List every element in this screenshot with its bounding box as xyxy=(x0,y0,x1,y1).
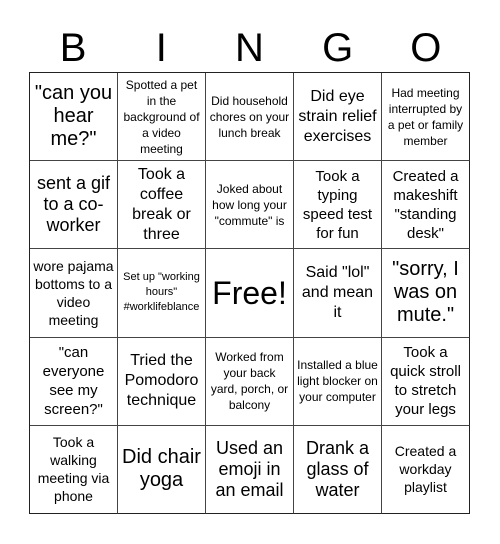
bingo-cell-r1-c0[interactable]: sent a gif to a co-worker xyxy=(30,161,118,250)
header-letter-g: G xyxy=(322,26,354,70)
cell-text: Installed a blue light blocker on your c… xyxy=(297,358,378,405)
bingo-cell-r3-c2[interactable]: Worked from your back yard, porch, or ba… xyxy=(206,337,294,426)
bingo-cell-r3-c0[interactable]: "can everyone see my screen?" xyxy=(30,337,118,426)
bingo-cell-r4-c1[interactable]: Did chair yoga xyxy=(118,425,206,514)
cell-text: sent a gif to a co-worker xyxy=(36,173,111,236)
cell-text: Created a makeshift "standing desk" xyxy=(392,167,459,242)
cell-text: Drank a glass of water xyxy=(305,437,370,500)
bingo-cell-r3-c1[interactable]: Tried the Pomodoro technique xyxy=(118,337,206,426)
free-space-cell[interactable]: Free! xyxy=(206,249,294,338)
header-letter-b: B xyxy=(59,26,87,70)
bingo-cell-r1-c4[interactable]: Created a makeshift "standing desk" xyxy=(382,161,470,250)
cell-text: Set up "working hours" #worklifeblance xyxy=(123,271,200,314)
header-letter-o: O xyxy=(410,26,442,70)
bingo-cell-r1-c2[interactable]: Joked about how long your "commute" is xyxy=(206,161,294,250)
cell-text: Worked from your back yard, porch, or ba… xyxy=(210,350,289,413)
bingo-cell-r0-c3[interactable]: Did eye strain relief exercises xyxy=(294,73,382,162)
bingo-cell-r2-c0[interactable]: wore pajama bottoms to a video meeting xyxy=(30,249,118,338)
cell-text: wore pajama bottoms to a video meeting xyxy=(33,257,114,328)
cell-text: "sorry, I was on mute." xyxy=(392,258,459,327)
bingo-cell-r4-c4[interactable]: Created a workday playlist xyxy=(382,425,470,514)
cell-text: Took a walking meeting via phone xyxy=(37,434,110,505)
bingo-header: B I N G O xyxy=(29,24,470,72)
cell-text: Had meeting interrupted by a pet or fami… xyxy=(387,85,464,148)
bingo-cell-r0-c0[interactable]: "can you hear me?" xyxy=(30,73,118,162)
bingo-cell-r4-c3[interactable]: Drank a glass of water xyxy=(294,425,382,514)
cell-text: Took a coffee break or three xyxy=(132,165,191,243)
header-letter-i: I xyxy=(155,26,167,70)
bingo-cell-r3-c4[interactable]: Took a quick stroll to stretch your legs xyxy=(382,337,470,426)
bingo-cell-r2-c4[interactable]: "sorry, I was on mute." xyxy=(382,249,470,338)
bingo-cell-r3-c3[interactable]: Installed a blue light blocker on your c… xyxy=(294,337,382,426)
cell-text: Created a workday playlist xyxy=(394,443,457,496)
bingo-cell-r1-c1[interactable]: Took a coffee break or three xyxy=(118,161,206,250)
bingo-cell-r4-c0[interactable]: Took a walking meeting via phone xyxy=(30,425,118,514)
cell-text: Did household chores on your lunch break xyxy=(209,93,290,140)
cell-text: Tried the Pomodoro technique xyxy=(124,352,199,410)
cell-text: "can you hear me?" xyxy=(34,82,113,151)
cell-text: "can everyone see my screen?" xyxy=(42,344,105,419)
bingo-cell-r1-c3[interactable]: Took a typing speed test for fun xyxy=(294,161,382,250)
cell-text: Did chair yoga xyxy=(122,446,201,492)
cell-text: Spotted a pet in the background of a vid… xyxy=(123,77,200,156)
bingo-cell-r0-c1[interactable]: Spotted a pet in the background of a vid… xyxy=(118,73,206,162)
cell-text: Used an emoji in an email xyxy=(215,437,284,500)
cell-text: Took a quick stroll to stretch your legs xyxy=(390,344,461,419)
cell-text: Did eye strain relief exercises xyxy=(298,87,377,145)
bingo-cell-r0-c2[interactable]: Did household chores on your lunch break xyxy=(206,73,294,162)
cell-text: Took a typing speed test for fun xyxy=(302,167,373,242)
cell-text: Said "lol" and mean it xyxy=(301,263,374,321)
bingo-grid: "can you hear me?" Spotted a pet in the … xyxy=(29,72,470,514)
bingo-cell-r0-c4[interactable]: Had meeting interrupted by a pet or fami… xyxy=(382,73,470,162)
cell-text: Joked about how long your "commute" is xyxy=(212,181,287,228)
bingo-cell-r2-c1[interactable]: Set up "working hours" #worklifeblance xyxy=(118,249,206,338)
free-space-label: Free! xyxy=(212,274,287,311)
bingo-cell-r2-c3[interactable]: Said "lol" and mean it xyxy=(294,249,382,338)
bingo-cell-r4-c2[interactable]: Used an emoji in an email xyxy=(206,425,294,514)
header-letter-n: N xyxy=(235,26,264,70)
